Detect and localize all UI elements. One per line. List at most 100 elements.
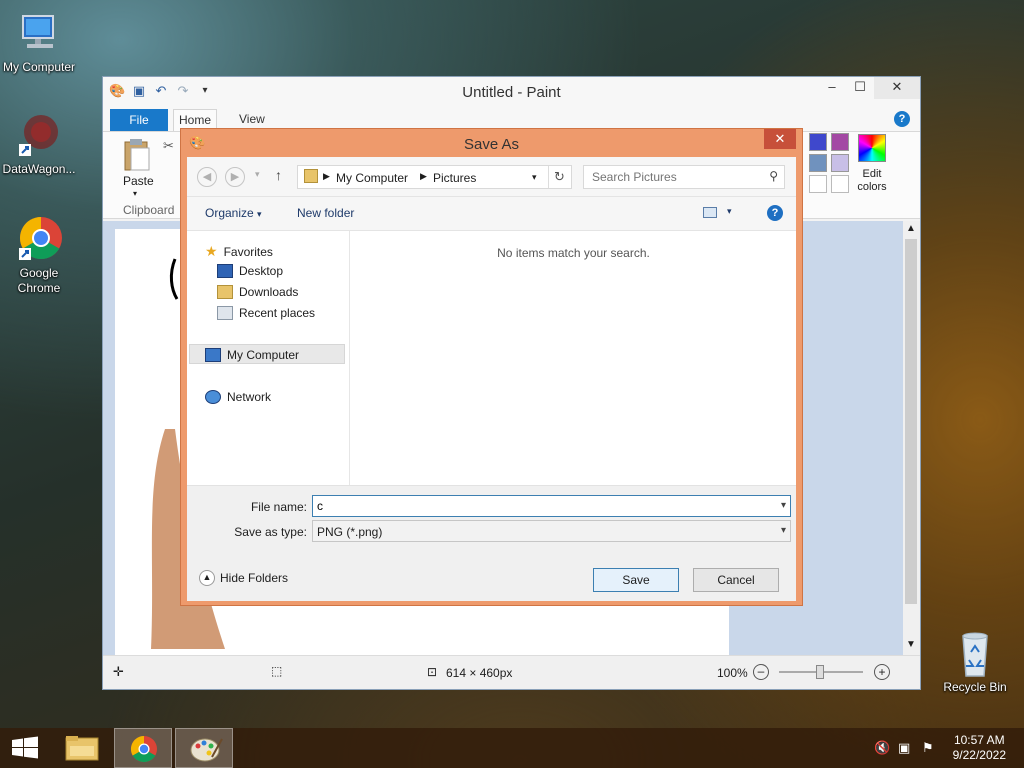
color-swatch[interactable]	[831, 154, 849, 172]
system-clock[interactable]: 10:57 AM 9/22/2022	[953, 733, 1006, 763]
save-options-panel: File name: ▾ Save as type: PNG (*.png) ▾…	[187, 485, 796, 601]
zoom-out-button[interactable]: –	[753, 664, 769, 680]
volume-muted-icon[interactable]: 🔇	[874, 740, 890, 756]
hide-folders-label: Hide Folders	[220, 571, 289, 585]
tab-view[interactable]: View	[239, 112, 265, 126]
forward-button[interactable]: ▶	[225, 167, 245, 187]
refresh-icon[interactable]: ↻	[554, 169, 565, 185]
vertical-scrollbar[interactable]: ▲ ▼	[903, 221, 920, 655]
new-folder-button[interactable]: New folder	[297, 206, 354, 220]
help-icon[interactable]: ?	[894, 111, 910, 127]
network-status-icon[interactable]: ▣	[898, 740, 910, 756]
breadcrumb-chevron-icon: ▶	[420, 171, 427, 181]
desktop-icon-label: My Computer	[2, 60, 76, 74]
cancel-button[interactable]: Cancel	[693, 568, 779, 592]
close-button[interactable]: ✕	[874, 77, 920, 99]
file-name-input[interactable]	[317, 496, 757, 516]
edit-colors-icon[interactable]	[858, 134, 886, 162]
file-name-field[interactable]: ▾	[312, 495, 791, 517]
recent-locations-icon[interactable]: ▾	[255, 169, 260, 180]
breadcrumb-my-computer[interactable]: My Computer	[336, 171, 408, 185]
taskbar: 🔇 ▣ ⚑ 10:57 AM 9/22/2022	[0, 728, 1024, 768]
navigation-bar: ◀ ▶ ▾ ↑ ▶ My Computer ▶ Pictures ▾ ↻ ⚲	[187, 157, 796, 197]
minimize-button[interactable]: –	[818, 77, 846, 99]
save-as-dialog: 🎨 Save As ✕ ◀ ▶ ▾ ↑ ▶ My Computer ▶ Pict…	[180, 128, 803, 606]
search-icon[interactable]: ⚲	[769, 169, 778, 183]
color-swatch[interactable]	[809, 154, 827, 172]
color-swatch[interactable]	[831, 133, 849, 151]
organize-button[interactable]: Organize ▾	[205, 206, 262, 220]
maximize-button[interactable]: ☐	[846, 77, 874, 99]
hide-folders-button[interactable]: ▲ Hide Folders	[199, 570, 288, 586]
cut-icon[interactable]: ✂	[163, 138, 174, 154]
up-button[interactable]: ↑	[275, 167, 282, 183]
save-button[interactable]: Save	[593, 568, 679, 592]
desktop-icon-label: Recycle Bin	[943, 680, 1007, 694]
nav-network[interactable]: Network	[205, 390, 271, 404]
selection-size-icon: ⬚	[271, 664, 283, 678]
nav-downloads[interactable]: Downloads	[217, 285, 298, 299]
chrome-icon	[15, 216, 63, 264]
paste-icon[interactable]	[121, 138, 153, 174]
windows-logo-icon	[12, 736, 38, 759]
address-dropdown-icon[interactable]: ▾	[532, 172, 537, 183]
network-icon	[205, 390, 221, 404]
zoom-slider-thumb[interactable]	[816, 665, 824, 679]
organize-dropdown-icon: ▾	[257, 209, 262, 219]
scroll-down-icon[interactable]: ▼	[906, 639, 916, 650]
zoom-in-button[interactable]: +	[874, 664, 890, 680]
color-swatch[interactable]	[809, 133, 827, 151]
desktop-icon-recycle-bin[interactable]: Recycle Bin	[933, 630, 1017, 695]
clock-time: 10:57 AM	[953, 733, 1005, 747]
nav-recent-places[interactable]: Recent places	[217, 306, 315, 320]
color-swatch[interactable]	[809, 175, 827, 193]
save-type-dropdown-icon[interactable]: ▾	[781, 525, 786, 536]
address-divider	[548, 166, 549, 188]
search-input[interactable]	[592, 167, 762, 187]
file-name-dropdown-icon[interactable]: ▾	[781, 500, 786, 511]
nav-favorites[interactable]: ★ Favorites	[205, 243, 273, 260]
save-type-select[interactable]: PNG (*.png) ▾	[312, 520, 791, 542]
paint-window-title: Untitled - Paint	[462, 84, 561, 101]
desktop-icon-google-chrome[interactable]: Google Chrome	[0, 216, 81, 296]
taskbar-paint[interactable]	[175, 728, 233, 768]
nav-desktop[interactable]: Desktop	[217, 264, 283, 278]
computer-icon	[205, 348, 221, 362]
recycle-bin-icon	[951, 630, 999, 678]
taskbar-chrome[interactable]	[114, 728, 172, 768]
breadcrumb-chevron-icon: ▶	[323, 171, 330, 181]
help-icon[interactable]: ?	[767, 205, 783, 221]
paste-label[interactable]: Paste	[123, 174, 154, 188]
search-box[interactable]: ⚲	[583, 165, 785, 189]
edit-colors-label[interactable]: Edit colors	[851, 168, 893, 194]
nav-computer-label: My Computer	[227, 348, 300, 362]
view-dropdown-icon[interactable]: ▾	[727, 206, 732, 217]
paste-dropdown-icon[interactable]: ▾	[133, 189, 137, 198]
nav-my-computer[interactable]: My Computer	[205, 348, 299, 362]
organize-label: Organize	[205, 206, 254, 220]
scrollbar-thumb[interactable]	[905, 239, 917, 604]
dialog-close-button[interactable]: ✕	[764, 129, 796, 149]
clock-date: 9/22/2022	[952, 748, 1006, 762]
navigation-pane: ★ Favorites Desktop Downloads Recent pla…	[187, 231, 350, 485]
breadcrumb-pictures[interactable]: Pictures	[433, 171, 476, 185]
desktop-icon-datawagon[interactable]: DataWagon...	[0, 112, 81, 177]
view-options-icon[interactable]	[703, 207, 717, 218]
start-button[interactable]	[0, 728, 50, 768]
dialog-title: Save As	[463, 136, 520, 153]
desktop-icon-my-computer[interactable]: My Computer	[0, 10, 81, 75]
cursor-position-icon: ✛	[113, 664, 124, 679]
star-icon: ★	[205, 243, 218, 259]
desktop-folder-icon	[217, 264, 233, 278]
taskbar-file-explorer[interactable]	[54, 728, 112, 768]
tab-file[interactable]: File	[110, 109, 168, 131]
collapse-icon: ▲	[199, 570, 215, 586]
back-button[interactable]: ◀	[197, 167, 217, 187]
action-center-icon[interactable]: ⚑	[922, 740, 934, 756]
downloads-folder-icon	[217, 285, 233, 299]
file-list[interactable]: No items match your search.	[351, 231, 796, 485]
scroll-up-icon[interactable]: ▲	[906, 223, 916, 234]
recent-places-icon	[217, 306, 233, 320]
color-swatch[interactable]	[831, 175, 849, 193]
address-bar[interactable]: ▶ My Computer ▶ Pictures ▾ ↻	[297, 165, 572, 189]
